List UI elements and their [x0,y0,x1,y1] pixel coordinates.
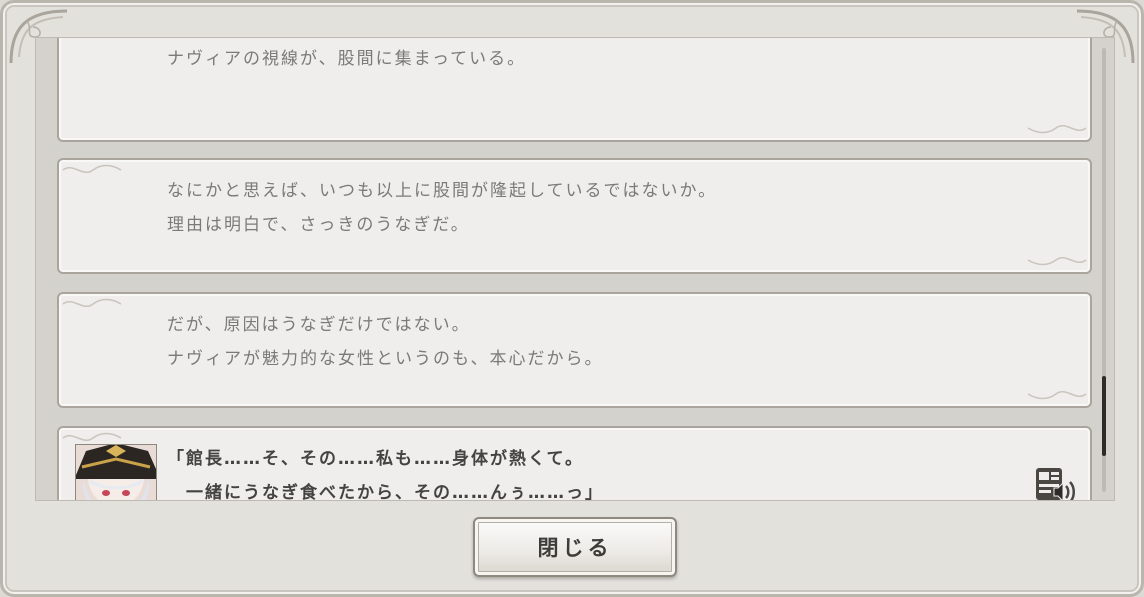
voice-replay-button[interactable] [1034,466,1076,500]
log-line: ナヴィアの視線が、股間に集まっている。 [167,49,527,69]
log-entry: ナヴィアの視線が、股間に集まっている。 [57,38,1092,142]
backlog-scroll-area[interactable]: ナヴィアの視線が、股間に集まっている。 なにかと思えば、いつも以上に股間が隆起し… [35,37,1115,501]
character-portrait [75,444,157,500]
log-entry: だが、原因はうなぎだけではない。 ナヴィアが魅力的な女性というのも、本心だから。 [57,292,1092,408]
scroll-ornament-icon [62,298,122,307]
log-line: ナヴィアが魅力的な女性というのも、本心だから。 [167,349,604,369]
scroll-ornament-icon [62,164,122,173]
voice-replay-icon [1036,468,1075,500]
log-line: 理由は明白で、さっきのうなぎだ。 [167,215,470,235]
log-line: なにかと思えば、いつも以上に股間が隆起しているではないか。 [167,181,718,201]
log-line: 一緒にうなぎ食べたから、その……んぅ……っ」 [167,483,604,501]
scroll-ornament-icon [1027,125,1087,134]
character-portrait-icon [76,445,156,500]
backlog-window: ナヴィアの視線が、股間に集まっている。 なにかと思えば、いつも以上に股間が隆起し… [0,0,1144,597]
scroll-ornament-icon [1027,391,1087,400]
log-entry: なにかと思えば、いつも以上に股間が隆起しているではないか。 理由は明白で、さっき… [57,158,1092,274]
scroll-ornament-icon [1027,257,1087,266]
log-line: 「館長……そ、その……私も……身体が熱くて。 [167,449,584,469]
log-line: だが、原因はうなぎだけではない。 [167,315,471,335]
close-button[interactable]: 閉じる [473,517,677,577]
log-entry-voiced: 「館長……そ、その……私も……身体が熱くて。 一緒にうなぎ食べたから、その……ん… [57,426,1092,501]
scrollbar-thumb[interactable] [1102,376,1106,456]
